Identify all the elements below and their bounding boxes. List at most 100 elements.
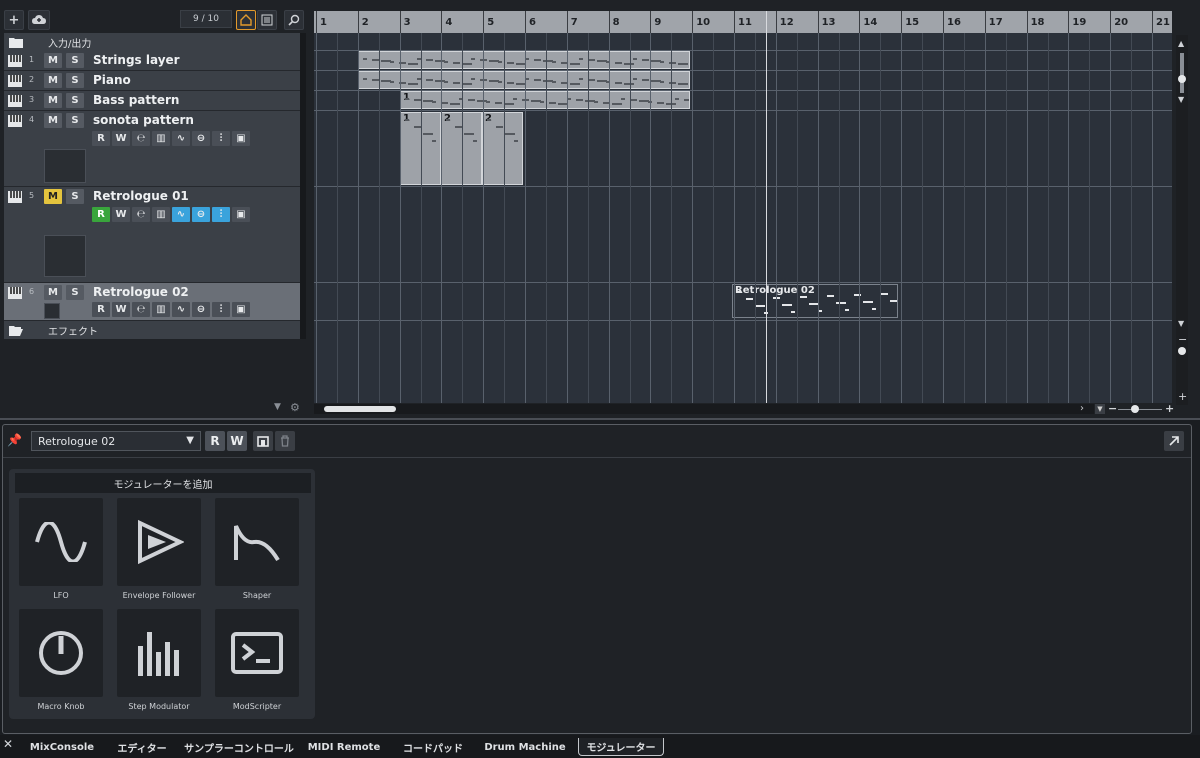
mod-lfo-button[interactable]: ∿	[172, 302, 190, 317]
track-zoom-in-icon[interactable]: +	[1178, 390, 1187, 403]
midi-note	[669, 82, 676, 84]
track-row[interactable]: 5 M S Retrologue 01 R W ℮ ▥ ∿ ⊖ ⫶ ▣	[4, 187, 300, 283]
write-automation-button[interactable]: W	[112, 207, 130, 222]
mute-button[interactable]: M	[44, 113, 62, 128]
solo-button[interactable]: S	[66, 189, 84, 204]
mute-button[interactable]: M	[44, 93, 62, 108]
tab-drum-machine[interactable]: Drum Machine	[480, 738, 570, 756]
shaper-tile[interactable]	[215, 498, 299, 586]
add-track-options-button[interactable]	[28, 10, 50, 30]
mute-button[interactable]: M	[44, 73, 62, 88]
zoom-slider-handle[interactable]	[1131, 405, 1139, 413]
tab-chord-pads[interactable]: コードパッド	[398, 738, 468, 756]
scroll-down-icon[interactable]: ▼	[1178, 95, 1184, 104]
lfo-tile[interactable]	[19, 498, 103, 586]
close-icon[interactable]: ✕	[3, 737, 13, 751]
zoom-slider[interactable]	[1118, 409, 1162, 410]
tracklist-splitter[interactable]	[300, 33, 306, 339]
gear-icon[interactable]: ⚙	[290, 401, 300, 414]
envelope-follower-tile[interactable]	[117, 498, 201, 586]
instrument-button[interactable]: ▥	[152, 207, 170, 222]
read-automation-button[interactable]: R	[92, 131, 110, 146]
mod-link-button[interactable]: ⊖	[192, 131, 210, 146]
modscripter-tile[interactable]	[215, 609, 299, 697]
instrument-button[interactable]: ▥	[152, 131, 170, 146]
solo-button[interactable]: S	[66, 113, 84, 128]
midi-part-strings[interactable]	[358, 51, 690, 69]
monitor-button[interactable]: ▣	[232, 302, 250, 317]
zoom-menu-icon[interactable]: ▼	[1095, 404, 1105, 414]
track-row[interactable]: 1 M S Strings layer	[4, 51, 300, 71]
vertical-scrollbar[interactable]: ▲ ▼ ▼ − +	[1176, 35, 1188, 405]
tab-mixconsole[interactable]: MixConsole	[22, 738, 102, 756]
edit-instrument-button[interactable]: ℮	[132, 207, 150, 222]
track-height-down-icon[interactable]: ▼	[1178, 319, 1184, 328]
zoom-in-icon[interactable]: +	[1165, 402, 1174, 415]
track-row[interactable]: 4 M S sonota pattern R W ℮ ▥ ∿ ⊖ ⫶ ▣	[4, 111, 300, 187]
read-automation-button[interactable]: R	[92, 302, 110, 317]
solo-button[interactable]: S	[66, 93, 84, 108]
track-row[interactable]: 2 M S Piano	[4, 71, 300, 91]
mod-settings-button[interactable]: ⫶	[212, 131, 230, 146]
mod-write-button[interactable]: W	[227, 431, 247, 451]
monitor-button[interactable]: ▣	[232, 207, 250, 222]
read-automation-button[interactable]: R	[92, 207, 110, 222]
track-visibility-button[interactable]	[236, 10, 256, 30]
collapse-icon[interactable]: ▼	[274, 402, 281, 412]
scroll-right-icon[interactable]: ›	[1080, 403, 1084, 414]
mod-bypass-button[interactable]	[253, 431, 273, 451]
zoom-out-icon[interactable]: −	[1108, 402, 1117, 415]
mute-button[interactable]: M	[44, 189, 62, 204]
scroll-up-icon[interactable]: ▲	[1178, 39, 1184, 48]
open-window-button[interactable]	[1164, 431, 1184, 451]
edit-instrument-button[interactable]: ℮	[132, 302, 150, 317]
timeline-ruler[interactable]: 1 2 3 4 5 6 7 8 9 10 11 12 13 14 15 16 17 18 19 20 21	[314, 11, 1172, 33]
bar-grid-line	[1110, 33, 1112, 403]
solo-button[interactable]: S	[66, 73, 84, 88]
mod-link-button[interactable]: ⊖	[192, 207, 210, 222]
vscroll-handle[interactable]	[1178, 75, 1186, 83]
solo-button[interactable]: S	[66, 285, 84, 300]
tab-midi-remote[interactable]: MIDI Remote	[302, 738, 386, 756]
track-zoom-out-icon[interactable]: −	[1178, 333, 1187, 346]
macro-knob-tile[interactable]	[19, 609, 103, 697]
event-display[interactable]: 1 1 2 2 Retrologue 02	[314, 33, 1172, 403]
list-view-button[interactable]	[257, 10, 277, 30]
midi-part-retrologue-02[interactable]: Retrologue 02	[732, 284, 898, 318]
search-button[interactable]	[284, 10, 304, 30]
horizontal-scrollbar[interactable]	[314, 404, 1094, 414]
tab-modulators[interactable]: モジュレーター	[578, 738, 664, 756]
write-automation-button[interactable]: W	[112, 131, 130, 146]
monitor-button[interactable]: ▣	[232, 131, 250, 146]
scrollbar-thumb[interactable]	[324, 406, 396, 412]
write-automation-button[interactable]: W	[112, 302, 130, 317]
midi-part-piano[interactable]	[358, 71, 690, 89]
io-folder-row[interactable]: 入力/出力	[4, 33, 300, 51]
mod-settings-button[interactable]: ⫶	[212, 302, 230, 317]
tab-sampler-control[interactable]: サンプラーコントロール	[184, 738, 294, 756]
mod-read-button[interactable]: R	[205, 431, 225, 451]
step-modulator-tile[interactable]	[117, 609, 201, 697]
mod-lfo-button[interactable]: ∿	[172, 131, 190, 146]
track-zoom-handle[interactable]	[1178, 347, 1186, 355]
effects-folder-row[interactable]: エフェクト	[4, 321, 300, 339]
mute-button[interactable]: M	[44, 53, 62, 68]
add-track-button[interactable]: +	[4, 10, 24, 30]
track-thumbnail	[44, 235, 86, 277]
track-row[interactable]: 6 M S Retrologue 02 R W ℮ ▥ ∿ ⊖ ⫶ ▣	[4, 283, 300, 321]
pattern-part-sonota[interactable]: 2	[482, 112, 523, 185]
project-cursor[interactable]	[766, 11, 767, 403]
mod-settings-button[interactable]: ⫶	[212, 207, 230, 222]
vscroll-track[interactable]	[1180, 53, 1184, 93]
mute-button[interactable]: M	[44, 285, 62, 300]
mod-delete-button[interactable]	[275, 431, 295, 451]
edit-instrument-button[interactable]: ℮	[132, 131, 150, 146]
instrument-button[interactable]: ▥	[152, 302, 170, 317]
mod-link-button[interactable]: ⊖	[192, 302, 210, 317]
mod-lfo-button[interactable]: ∿	[172, 207, 190, 222]
track-selector[interactable]: Retrologue 02 ▼	[31, 431, 201, 451]
solo-button[interactable]: S	[66, 53, 84, 68]
track-row[interactable]: 3 M S Bass pattern	[4, 91, 300, 111]
pin-icon[interactable]: 📌	[7, 433, 25, 451]
tab-editor[interactable]: エディター	[112, 738, 172, 756]
